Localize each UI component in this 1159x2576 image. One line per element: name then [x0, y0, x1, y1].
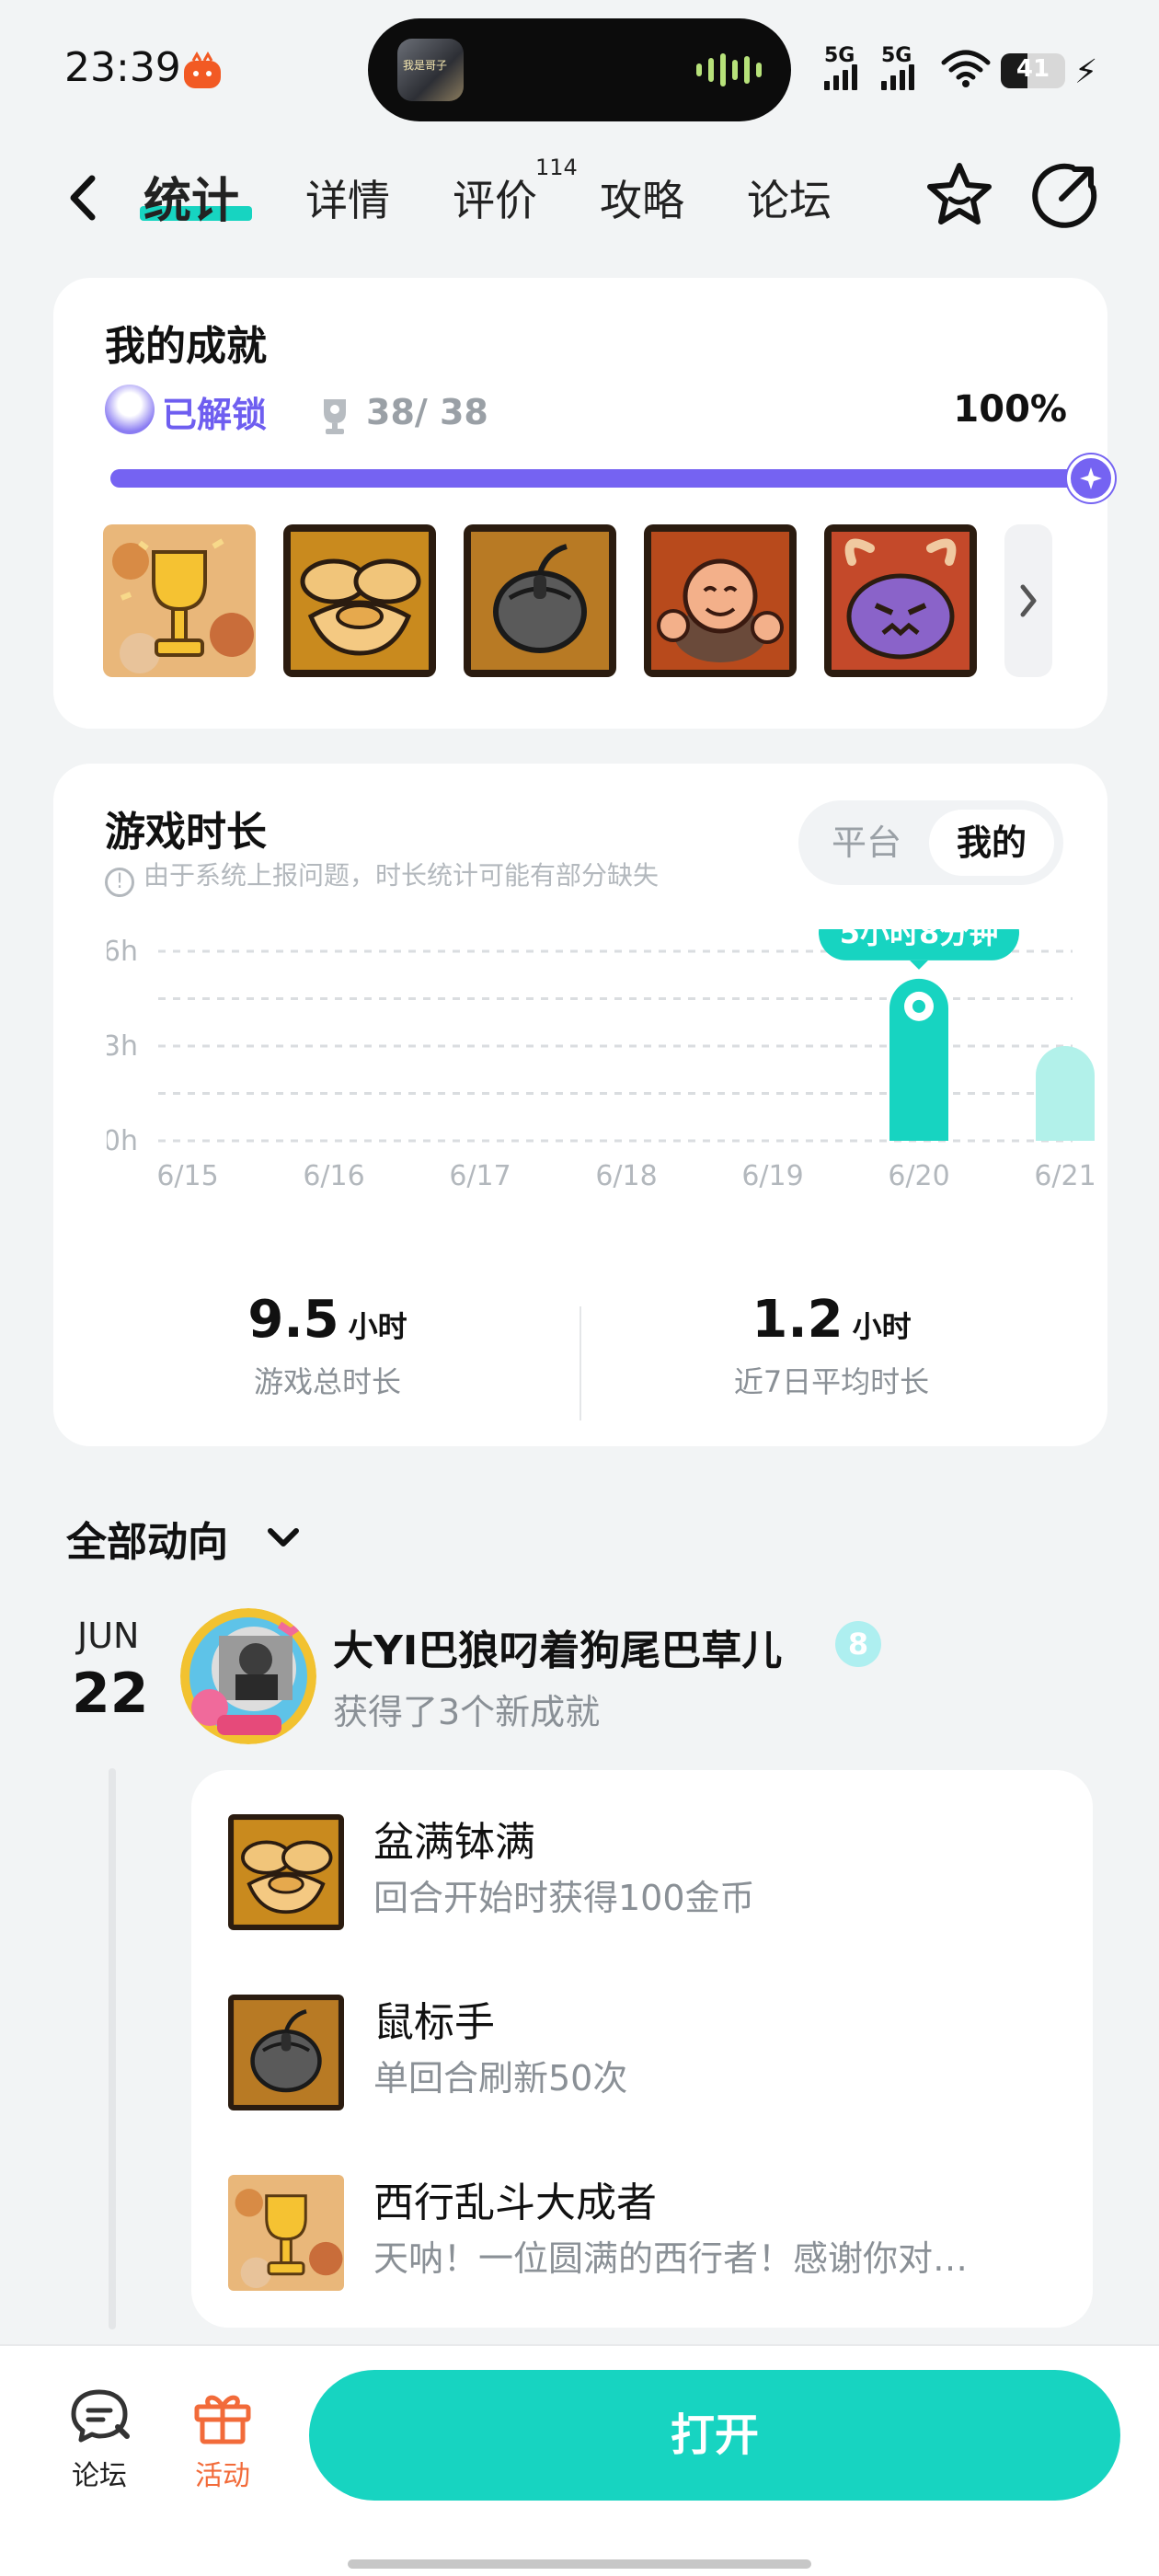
- open-game-button[interactable]: 打开: [309, 2370, 1120, 2501]
- bar-marker-dot: [912, 999, 925, 1013]
- forum-icon: [71, 2389, 130, 2443]
- tab-forum[interactable]: 论坛: [747, 167, 832, 228]
- app-notification-icon: [184, 52, 221, 88]
- playtime-segment-control[interactable]: 平台 我的: [798, 800, 1063, 885]
- total-playtime-unit: 小时: [348, 1309, 407, 1344]
- crab-achievement-icon[interactable]: [644, 524, 797, 677]
- x-tick-label: 6/16: [303, 1160, 364, 1192]
- feed-item-desc: 单回合刷新50次: [373, 2058, 628, 2099]
- star-icon[interactable]: [923, 158, 996, 232]
- unlocked-badge-icon: [105, 385, 155, 434]
- activity-label: 活动: [195, 2460, 250, 2492]
- total-playtime-value: 9.5: [247, 1290, 339, 1350]
- charging-icon: ⚡: [1074, 53, 1098, 91]
- x-tick-label: 6/15: [156, 1160, 218, 1192]
- achievements-card[interactable]: 我的成就 已解锁 38/ 38 100%: [53, 278, 1115, 729]
- status-time: 23:39: [64, 44, 181, 91]
- tab-guides[interactable]: 攻略: [600, 167, 684, 228]
- dynamic-island[interactable]: 我是哥子: [368, 18, 791, 121]
- average-playtime-label: 近7日平均时长: [733, 1364, 930, 1399]
- audio-wave-icon: [696, 52, 762, 88]
- feed-item-title: 鼠标手: [373, 1999, 495, 2046]
- playtime-card: 游戏时长 ! 由于系统上报问题，时长统计可能有部分缺失 平台 我的 0h 3h 6h 6…: [53, 764, 1107, 1446]
- y-tick-label: 6h: [107, 936, 138, 968]
- feed-user-name[interactable]: 大YI巴狼叼着狗尾巴草儿: [333, 1617, 782, 1676]
- share-icon[interactable]: [1028, 158, 1102, 232]
- x-tick-label: 6/21: [1034, 1160, 1096, 1192]
- x-tick-label: 6/17: [449, 1160, 511, 1192]
- feed-description: 获得了3个新成就: [333, 1692, 601, 1732]
- achievement-progress-bar: [110, 454, 1115, 502]
- trophy-icon: [324, 399, 346, 434]
- home-indicator[interactable]: [348, 2559, 811, 2569]
- avatar[interactable]: [180, 1608, 316, 1744]
- feed-item-title: 西行乱斗大成者: [373, 2179, 657, 2226]
- feed-item-desc: 回合开始时获得100金币: [373, 1878, 755, 1918]
- x-tick-label: 6/19: [741, 1160, 803, 1192]
- thumbnail-text: 我是哥子: [403, 59, 448, 72]
- achievement-progress-fill: [110, 469, 1104, 488]
- average-playtime-stat: 1.2 小时 近7日平均时长: [583, 1290, 1080, 1401]
- review-count-badge: 114: [535, 155, 578, 180]
- segment-mine[interactable]: 我的: [929, 810, 1054, 876]
- chart-bar: [1036, 1046, 1095, 1141]
- timeline-line: [109, 1768, 116, 2329]
- achievements-title: 我的成就: [105, 323, 267, 370]
- stat-divider: [580, 1306, 581, 1420]
- progress-sparkle-icon: [1067, 454, 1115, 502]
- feed-achievements-card[interactable]: 盆满钵满 回合开始时获得100金币 鼠标手 单回合刷新50次 西行乱斗大成者 天…: [191, 1770, 1093, 2328]
- forum-label: 论坛: [72, 2460, 127, 2492]
- feed-item-title: 盆满钵满: [373, 1819, 535, 1866]
- tab-details[interactable]: 详情: [305, 167, 390, 228]
- back-icon[interactable]: [55, 166, 110, 230]
- feed-item-desc: 天呐！一位圆满的西行者！感谢你对…: [373, 2238, 969, 2279]
- trophy-achievement-icon: [228, 2175, 344, 2291]
- total-playtime-label: 游戏总时长: [253, 1364, 401, 1399]
- chevron-down-icon[interactable]: [261, 1520, 305, 1557]
- x-tick-label: 6/18: [595, 1160, 657, 1192]
- info-icon: !: [105, 868, 134, 897]
- forum-nav-button[interactable]: 论坛: [53, 2386, 145, 2493]
- wifi-icon: [941, 50, 991, 87]
- achievement-count: 38/ 38: [366, 392, 488, 432]
- x-tick-label: 6/20: [888, 1160, 949, 1192]
- bar-tooltip-pointer: [910, 960, 928, 970]
- gold-ingots-achievement-icon[interactable]: [283, 524, 436, 677]
- y-tick-label: 3h: [107, 1030, 138, 1063]
- gift-icon: [194, 2395, 251, 2444]
- battery-icon: 41: [1001, 53, 1065, 88]
- bottom-action-bar: 论坛 活动 打开: [0, 2344, 1159, 2576]
- playtime-title: 游戏时长: [105, 809, 267, 856]
- feed-filter-label[interactable]: 全部动向: [66, 1509, 228, 1568]
- status-bar: 23:39 我是哥子 5G 5G 41 ⚡: [0, 0, 1159, 138]
- average-playtime-unit: 小时: [852, 1309, 912, 1344]
- segment-platform[interactable]: 平台: [809, 810, 924, 876]
- now-playing-thumbnail: 我是哥子: [397, 39, 464, 101]
- achievement-percent: 100%: [953, 388, 1067, 431]
- activity-nav-button[interactable]: 活动: [177, 2386, 269, 2493]
- trophy-achievement-icon[interactable]: [103, 524, 256, 677]
- more-achievements-chevron-icon[interactable]: [1004, 524, 1052, 677]
- unlocked-label: 已解锁: [162, 395, 268, 435]
- hint-text: 由于系统上报问题，时长统计可能有部分缺失: [143, 860, 660, 891]
- playtime-bar-chart: 0h 3h 6h 6/15 6/16 6/17 6/18 6/19 6/20 5小时8分钟 6/21: [107, 929, 1096, 1192]
- gold-ingots-achievement-icon: [228, 1814, 344, 1930]
- y-tick-label: 0h: [107, 1125, 138, 1157]
- tab-reviews[interactable]: 评价: [453, 167, 537, 228]
- mouse-achievement-icon[interactable]: [464, 524, 616, 677]
- user-level-badge: 8: [835, 1621, 881, 1667]
- tab-stats[interactable]: 统计: [143, 162, 239, 231]
- average-playtime-value: 1.2: [752, 1290, 843, 1350]
- purple-monster-achievement-icon[interactable]: [824, 524, 977, 677]
- feed-date-month: JUN: [77, 1616, 140, 1656]
- total-playtime-stat: 9.5 小时 游戏总时长: [79, 1290, 576, 1401]
- feed-date-day: 22: [72, 1662, 149, 1726]
- mouse-achievement-icon: [228, 1995, 344, 2110]
- top-nav: 统计 详情 评价 114 攻略 论坛: [0, 147, 1159, 248]
- bar-tooltip-text: 5小时8分钟: [840, 929, 999, 950]
- battery-level: 41: [1016, 55, 1050, 83]
- playtime-hint: ! 由于系统上报问题，时长统计可能有部分缺失: [105, 856, 659, 897]
